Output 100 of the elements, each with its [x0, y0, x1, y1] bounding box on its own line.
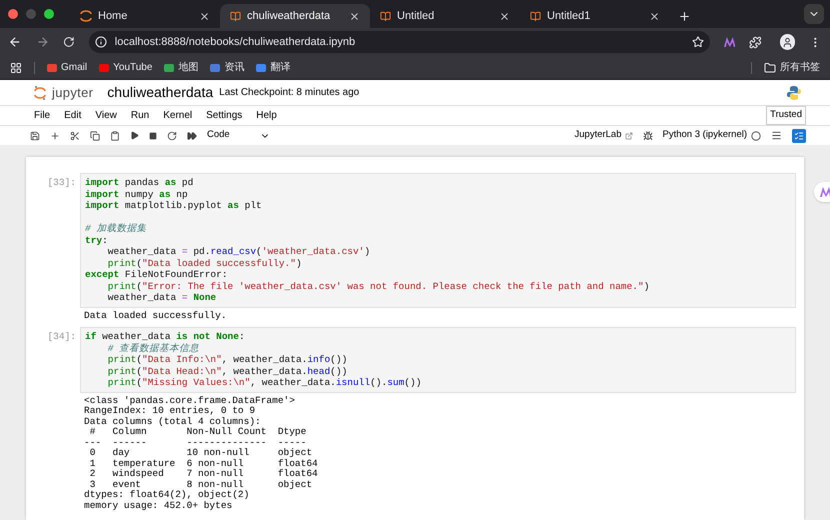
code-line: if weather_data is not None: — [85, 331, 246, 342]
close-icon[interactable] — [649, 10, 660, 22]
tab-search-button[interactable] — [804, 4, 824, 24]
address-bar[interactable]: localhost:8888/notebooks/chuliweatherdata.ipynb — [88, 31, 710, 53]
code-line: try: — [85, 234, 109, 246]
output-line: 0 day 10 non-null object — [88, 448, 314, 458]
menu-item[interactable]: File — [34, 108, 50, 123]
output-line: 1 temperature 6 non-null float64 — [88, 458, 319, 469]
browser-tab[interactable]: Untitled1 — [520, 4, 670, 28]
list-icon[interactable] — [771, 130, 782, 141]
code-line: print("Data Head:\n", weather_data.head()) — [106, 366, 348, 377]
cell-type-select[interactable]: Code — [207, 128, 270, 143]
tab-title: chuliweatherdata — [247, 8, 332, 24]
add-cell-icon[interactable] — [50, 130, 60, 140]
menu-item[interactable]: View — [95, 108, 117, 123]
tab-title: Untitled1 — [547, 8, 592, 24]
code-line: import matplotlib.pyplot as plt — [85, 200, 263, 212]
bookmark-label: Gmail — [61, 61, 88, 75]
code-cell[interactable] — [80, 173, 796, 308]
kernel-name[interactable]: Python 3 (ipykernel) — [662, 128, 747, 143]
bug-icon[interactable] — [642, 130, 653, 140]
code-line: print("Data Info:\n", weather_data.info()) — [106, 354, 348, 366]
output-line: RangeIndex: 10 entries, 0 to 9 — [84, 406, 256, 416]
profile-avatar[interactable] — [780, 34, 796, 50]
bookmark-label: 翻译 — [270, 60, 290, 75]
bookmark-label: 地图 — [178, 60, 198, 75]
code-line: except FileNotFoundError: — [85, 269, 229, 280]
paste-icon[interactable] — [110, 130, 120, 140]
menu-item[interactable]: Run — [130, 108, 150, 123]
jupyter-wordmark: jupyter — [52, 84, 94, 102]
new-tab-icon[interactable] — [678, 10, 691, 22]
bookmark-label: 资讯 — [224, 61, 244, 75]
output-line: Data columns (total 4 columns): — [84, 416, 262, 427]
forward-icon[interactable] — [36, 35, 50, 49]
stop-icon[interactable] — [149, 132, 157, 140]
book-icon — [530, 10, 541, 22]
cell-prompt: [34]: — [46, 330, 77, 344]
bookmark[interactable]: 资讯 — [210, 60, 244, 75]
run-icon[interactable] — [130, 131, 139, 140]
code-line: # 查看数据基本信息 — [106, 342, 200, 354]
all-bookmarks[interactable]: 所有书签 — [764, 60, 820, 75]
ring-logo-icon — [80, 10, 92, 22]
menu-item[interactable]: Help — [256, 108, 277, 123]
close-icon[interactable] — [499, 10, 510, 22]
bookmark[interactable]: Gmail — [47, 60, 88, 75]
menu-item[interactable]: Kernel — [163, 108, 192, 123]
trusted-badge[interactable]: Trusted — [766, 106, 806, 125]
cut-icon[interactable] — [70, 130, 80, 140]
jupyterlab-link[interactable]: JupyterLab — [574, 128, 633, 143]
run-all-icon[interactable] — [187, 130, 197, 140]
save-icon[interactable] — [30, 130, 40, 140]
browser-tab[interactable]: Untitled — [370, 4, 520, 28]
external-link-icon — [624, 132, 633, 140]
bookmark[interactable]: 翻译 — [256, 60, 290, 75]
browser-tab[interactable]: Home — [70, 4, 220, 28]
kernel-status-icon — [751, 130, 761, 140]
extension-logo-icon[interactable] — [724, 37, 736, 47]
jupyter-logo-icon — [34, 84, 46, 100]
puzzle-icon[interactable] — [749, 36, 762, 48]
output-line: memory usage: 452.0+ bytes — [84, 500, 234, 511]
output-line: 3 event 8 non-null object — [88, 480, 314, 490]
code-line: # 加载数据集 — [85, 223, 148, 234]
book-icon — [230, 10, 241, 22]
back-icon[interactable] — [8, 35, 22, 49]
output-line: --- ------ -------------- ----- — [84, 438, 308, 448]
apps-icon[interactable] — [10, 62, 22, 74]
book-icon — [380, 10, 391, 22]
code-cell[interactable]: if weather_data is not None: # 查看数据基本信息 print("Data Info:\n", weather_data.info()) print("Data Head:\n", weather_data.head()) print("Missing Values:\n", weather_data.isnull().sum()) — [80, 327, 796, 392]
toc-button[interactable] — [792, 128, 806, 142]
close-icon[interactable] — [349, 10, 360, 22]
output-line: dtypes: float64(2), object(2) — [84, 490, 250, 500]
extension-logo-icon — [820, 187, 830, 197]
close-icon[interactable] — [199, 10, 210, 22]
menu-item[interactable]: Edit — [64, 108, 82, 123]
url-text: localhost:8888/notebooks/chuliweatherdata.ipynb — [114, 34, 356, 50]
code-line: import numpy as np — [85, 188, 189, 200]
bookmark[interactable]: YouTube — [99, 60, 152, 75]
cell-prompt: [33]: — [46, 176, 77, 190]
python-logo-icon — [786, 84, 802, 100]
restart-icon[interactable] — [167, 130, 177, 140]
tab-title: Untitled — [397, 8, 436, 24]
code-line: print("Data loaded successfully.") — [106, 258, 303, 269]
output-line: # Column Non-Null Count Dtype — [88, 427, 308, 438]
browser-tab[interactable]: chuliweatherdata — [220, 4, 370, 28]
checkpoint-text: Last Checkpoint: 8 minutes ago — [219, 86, 360, 100]
notebook-title[interactable]: chuliweatherdata — [107, 82, 214, 103]
folder-icon — [764, 62, 776, 74]
bookmark-star-icon[interactable] — [692, 36, 704, 48]
bookmark-label: YouTube — [113, 61, 152, 75]
code-line: print("Missing Values:\n", weather_data.isnull().sum()) — [106, 377, 422, 388]
code-line: import pandas as pd — [85, 177, 194, 188]
bookmark[interactable]: 地图 — [164, 60, 198, 75]
output-line: Data loaded successfully. — [84, 310, 228, 321]
tab-title: Home — [98, 8, 128, 24]
code-line: weather_data = pd.read_csv('weather_data.csv') — [106, 246, 372, 258]
code-line: print("Error: The file 'weather_data.csv' was not found. Please check the file path and name.") — [106, 280, 650, 292]
info-icon[interactable] — [94, 36, 107, 48]
copy-icon[interactable] — [90, 130, 100, 140]
menu-item[interactable]: Settings — [206, 108, 242, 123]
reload-icon[interactable] — [63, 36, 75, 48]
